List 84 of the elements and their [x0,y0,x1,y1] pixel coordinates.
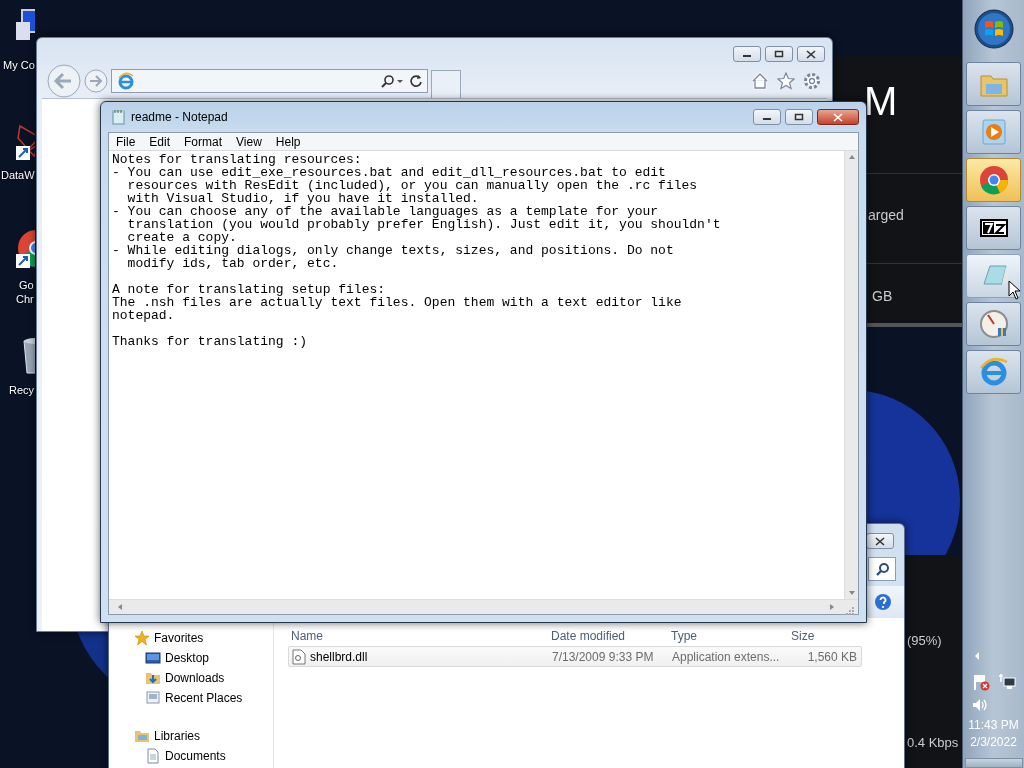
scroll-left-icon[interactable] [117,603,123,611]
clock-time: 11:43 PM [968,717,1019,734]
refresh-icon[interactable] [409,74,423,88]
flag-error-icon[interactable] [971,673,990,691]
star-icon[interactable] [777,72,795,90]
minimize-button[interactable] [733,46,761,62]
settings-icon[interactable] [803,72,821,90]
back-icon[interactable] [47,64,81,98]
table-cell-text: Application extens... [672,648,780,666]
nav-item[interactable]: Libraries [154,727,201,745]
minimize-button[interactable] [753,109,781,125]
close-icon [833,112,843,122]
nav-item[interactable]: Desktop [165,649,210,667]
table-cell-text: 7/13/2009 9:33 PM [552,648,654,666]
new-tab[interactable] [431,70,461,98]
start-button[interactable] [973,9,1014,49]
search-field[interactable] [868,557,896,581]
gadget-heading: M [864,81,898,121]
maximize-button[interactable] [785,109,813,125]
table-cell-text: 1,560 KB [807,648,857,666]
notepad-icon [112,109,126,125]
tray-expand-icon[interactable] [973,651,981,661]
speaker-icon[interactable] [972,697,988,713]
document-icon [145,748,161,764]
restore-icon [774,50,784,58]
icon-label: Go [19,278,34,292]
close-icon [875,536,885,546]
gadget-text: arged [868,206,904,225]
icon-label: Chr [16,292,34,306]
icon-label: DataW [1,168,35,182]
recent-places-icon [145,690,161,706]
icon-label: My Co [3,58,35,72]
scroll-down-icon[interactable] [847,590,856,596]
gadget-text: 0.4 Kbps [907,734,959,752]
column-header[interactable]: Type [668,627,788,645]
scroll-up-icon[interactable] [847,154,856,160]
nav-item[interactable]: Favorites [154,629,204,647]
forward-icon[interactable] [84,69,108,93]
column-header[interactable]: Date modified [548,627,668,645]
library-icon [134,728,150,744]
chrome-icon [977,164,1010,196]
menu-item[interactable]: Help [268,132,308,151]
show-desktop-button[interactable] [964,758,1023,768]
help-icon[interactable] [874,593,892,611]
gadget-text: (95%) [907,632,942,650]
gauge-icon [977,308,1010,340]
desktop-icon [145,650,161,666]
document-text: Notes for translating resources: - You can use edit_exe_resources.bat and edit_dll_resources.bat to edit resources with ResEdit (included), or you can manually open the .rc files with Visual Studio, if you have it installed. - You can choose any of the available languages as a template for your translation (you would probably prefer English). Just edit it, you shouldn't create a copy. - While editing dialogs, only change texts, sizes, and positions. Do not modify ids, tab order, etc. A note for translating setup files: The .nsh files are actually text files. Open them with a text editor like notepad. Thanks for translating :) [111,151,722,348]
search-icon [876,562,890,576]
cursor-icon [1008,280,1022,300]
maximize-button[interactable] [765,46,793,62]
ie-logo-icon [117,72,135,90]
window-title: readme - Notepad [131,109,228,126]
column-header[interactable]: Size [788,627,860,645]
dll-file-icon [292,648,306,665]
taskbar-button[interactable] [966,206,1021,250]
clock-date: 2/3/2022 [969,734,1018,751]
horizontal-scrollbar[interactable] [109,599,843,614]
dropdown-caret-icon[interactable] [395,77,405,85]
nav-item[interactable]: Recent Places [165,689,243,707]
nav-item[interactable]: Downloads [165,669,225,687]
restore-icon [794,113,804,121]
download-folder-icon [145,670,161,686]
address-field[interactable] [111,69,428,93]
menu-item[interactable]: Edit [142,132,178,151]
network-icon[interactable] [997,673,1016,691]
menu-item[interactable]: View [229,132,269,151]
menu-item[interactable]: File [109,132,143,151]
ie-icon [977,356,1010,388]
vertical-scrollbar[interactable] [844,151,858,599]
close-button[interactable] [866,533,894,549]
close-button[interactable] [817,109,859,125]
icon-label: Recy [9,383,35,397]
nav-item[interactable]: Documents [165,747,226,765]
gadget-text: GB [872,287,893,306]
column-header[interactable]: Name [288,627,548,645]
table-cell-text: shellbrd.dll [310,648,368,666]
close-icon [806,49,816,59]
close-button[interactable] [797,46,825,62]
search-icon[interactable] [381,74,395,88]
home-icon[interactable] [751,72,769,90]
menu-item[interactable]: Format [177,132,230,151]
star-icon [134,630,150,646]
file-row[interactable]: shellbrd.dll 7/13/2009 9:33 PM Application extens... 1,560 KB [288,646,862,667]
